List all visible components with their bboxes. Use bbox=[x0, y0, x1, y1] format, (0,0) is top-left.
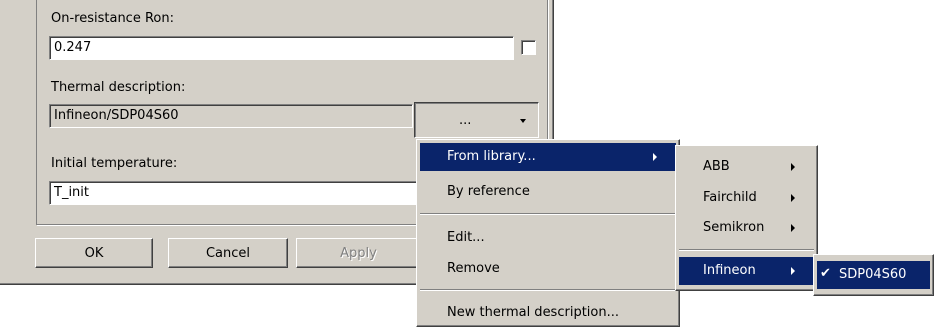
menu-item-infineon[interactable]: Infineon bbox=[679, 257, 814, 285]
menu-item-semikron-label: Semikron bbox=[703, 220, 765, 235]
cancel-button[interactable]: Cancel bbox=[168, 238, 288, 268]
menu-item-new-thermal-label: New thermal description... bbox=[447, 305, 619, 320]
menu-item-from-library[interactable]: From library... bbox=[420, 143, 676, 171]
submenu-arrow-icon bbox=[653, 153, 657, 161]
submenu-arrow-icon bbox=[791, 194, 795, 202]
submenu-arrow-icon bbox=[791, 163, 795, 171]
infineon-submenu: ✔ SDP04S60 bbox=[813, 254, 934, 296]
ok-button[interactable]: OK bbox=[35, 238, 153, 268]
checkmark-icon: ✔ bbox=[820, 266, 831, 281]
apply-button[interactable]: Apply bbox=[296, 238, 421, 268]
menu-item-new-thermal-description[interactable]: New thermal description... bbox=[420, 299, 676, 327]
on-resistance-checkbox[interactable] bbox=[521, 40, 536, 55]
submenu-arrow-icon bbox=[791, 224, 795, 232]
thermal-context-menu: From library... By reference Edit... Rem… bbox=[416, 139, 680, 327]
menu-item-semikron[interactable]: Semikron bbox=[679, 214, 814, 242]
menu-separator bbox=[420, 213, 676, 215]
menu-item-edit[interactable]: Edit... bbox=[420, 224, 676, 252]
menu-item-abb[interactable]: ABB bbox=[679, 153, 814, 181]
submenu-arrow-icon bbox=[791, 267, 795, 275]
initial-temperature-input[interactable]: T_init bbox=[49, 181, 419, 205]
menu-item-by-reference-label: By reference bbox=[447, 184, 530, 199]
menu-item-infineon-label: Infineon bbox=[703, 263, 756, 278]
thermal-description-label: Thermal description: bbox=[51, 80, 186, 95]
menu-separator bbox=[679, 249, 814, 251]
menu-item-abb-label: ABB bbox=[703, 159, 730, 174]
thermal-options-label: ... bbox=[459, 113, 472, 128]
ok-button-label: OK bbox=[84, 245, 104, 261]
menu-item-sdp04s60[interactable]: ✔ SDP04S60 bbox=[817, 261, 930, 289]
menu-item-sdp04s60-label: SDP04S60 bbox=[839, 267, 907, 282]
cancel-button-label: Cancel bbox=[205, 245, 251, 261]
menu-item-edit-label: Edit... bbox=[447, 230, 485, 245]
menu-item-remove-label: Remove bbox=[447, 261, 500, 276]
menu-item-by-reference[interactable]: By reference bbox=[420, 178, 676, 206]
thermal-options-button[interactable]: ... bbox=[414, 102, 539, 138]
initial-temperature-label: Initial temperature: bbox=[51, 156, 178, 171]
dropdown-arrow-icon bbox=[520, 119, 526, 123]
library-submenu: ABB Fairchild Semikron Infineon bbox=[675, 145, 818, 291]
menu-item-from-library-label: From library... bbox=[447, 149, 536, 164]
menu-separator bbox=[420, 289, 676, 291]
on-resistance-label: On-resistance Ron: bbox=[51, 11, 174, 26]
on-resistance-input[interactable]: 0.247 bbox=[49, 36, 514, 60]
menu-item-fairchild[interactable]: Fairchild bbox=[679, 184, 814, 212]
thermal-description-field: Infineon/SDP04S60 bbox=[49, 104, 413, 128]
menu-item-remove[interactable]: Remove bbox=[420, 255, 676, 283]
apply-button-label: Apply bbox=[340, 245, 377, 261]
menu-item-fairchild-label: Fairchild bbox=[703, 190, 757, 205]
